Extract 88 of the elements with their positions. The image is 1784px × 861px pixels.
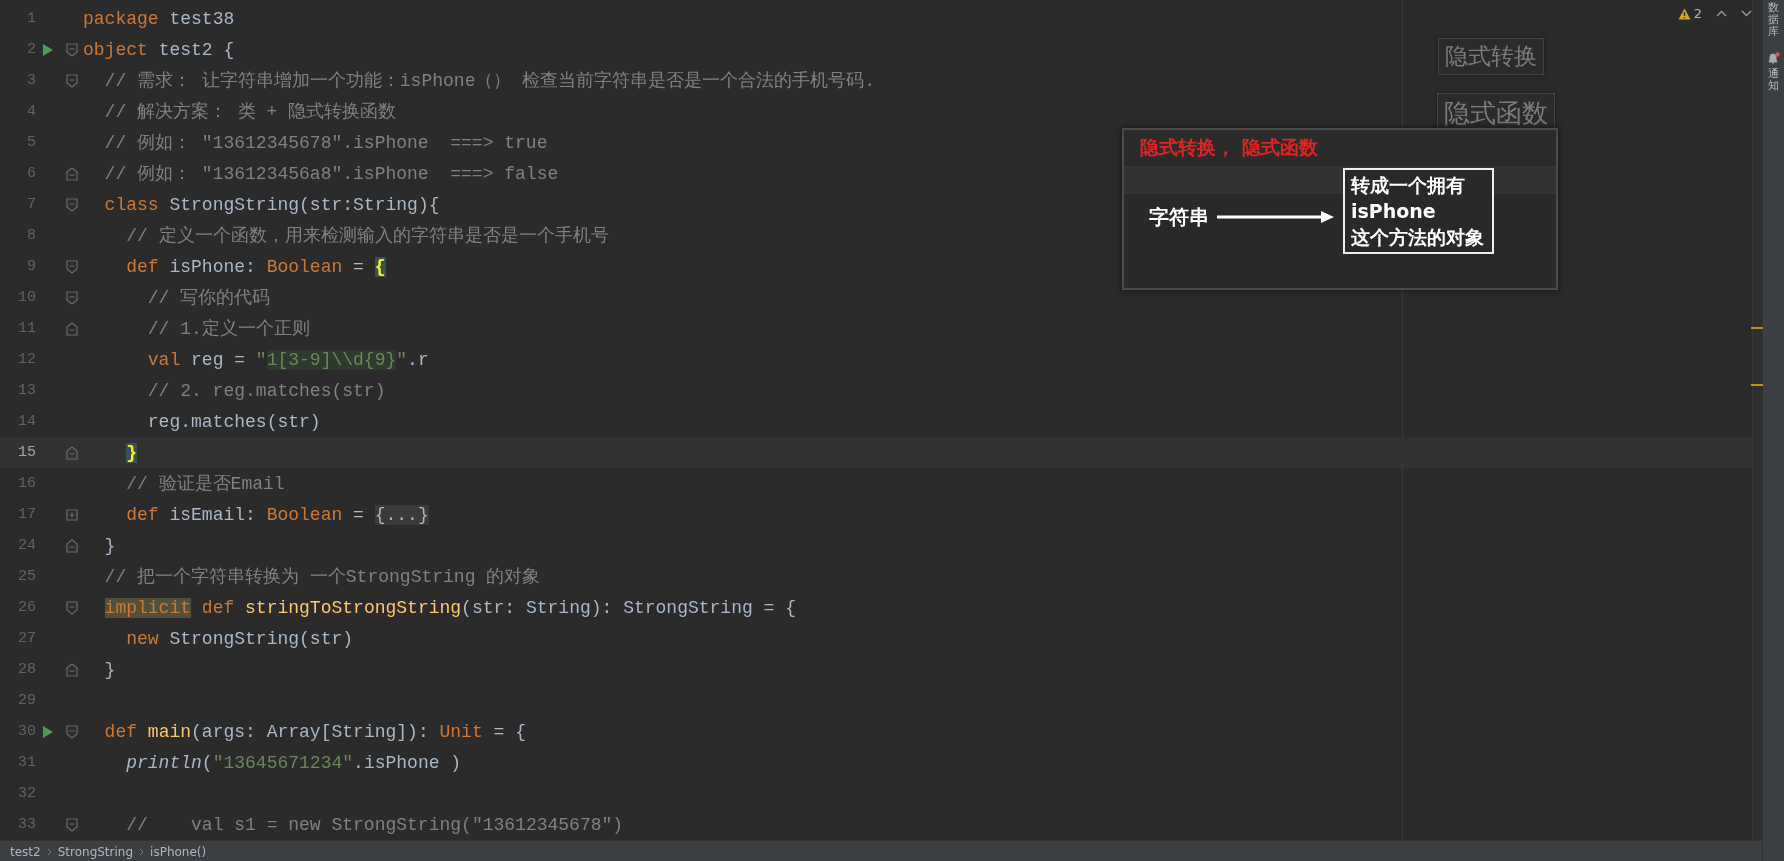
code-line: def main(args: Array[String]): Unit = { [103, 720, 526, 744]
code-line: } [103, 534, 116, 558]
fold-icon[interactable] [65, 73, 78, 88]
run-icon[interactable] [42, 724, 54, 739]
code-line: println("13645671234".isPhone ) [125, 751, 462, 775]
fold-icon[interactable] [65, 321, 78, 336]
target-text: 转成一个拥有 [1351, 173, 1466, 198]
line-number: 29 [18, 692, 36, 709]
line-number: 14 [18, 413, 36, 430]
warning-marker[interactable] [1751, 327, 1763, 329]
line-number: 30 [18, 723, 36, 740]
line-number: 32 [18, 785, 36, 802]
line-number: 15 [18, 444, 36, 461]
line-number: 7 [27, 196, 36, 213]
code-line: package test38 [83, 7, 235, 31]
code-line: def isEmail: Boolean = {...} [125, 503, 429, 527]
line-number: 3 [27, 72, 36, 89]
code-line: // 写你的代码 [146, 286, 271, 310]
tool-window-tab[interactable]: 通知 [1768, 68, 1779, 93]
fold-icon[interactable] [65, 166, 78, 181]
breadcrumb[interactable]: isPhone() [150, 845, 207, 859]
line-number: 5 [27, 134, 36, 151]
breadcrumb[interactable]: StrongString [57, 845, 134, 859]
code-line: reg.matches(str) [146, 410, 321, 434]
line-number: 24 [18, 537, 36, 554]
fold-icon[interactable] [65, 724, 78, 739]
chevron-right-icon [46, 848, 52, 856]
fold-icon[interactable] [65, 197, 78, 212]
code-line: // 把一个字符串转换为 一个StrongString 的对象 [103, 565, 541, 589]
line-number: 26 [18, 599, 36, 616]
code-line: object test2 { [83, 38, 235, 62]
code-line: } [103, 658, 116, 682]
line-number: 12 [18, 351, 36, 368]
code-line: // 2. reg.matches(str) [146, 379, 386, 403]
fold-icon[interactable] [65, 42, 78, 57]
code-line: // 需求： 让字符串增加一个功能：isPhone（） 检查当前字符串是否是一个合法的手机号码. [103, 69, 876, 93]
unfold-icon[interactable] [65, 508, 78, 521]
arrow-icon [1217, 210, 1335, 224]
code-line: // 解决方案： 类 + 隐式转换函数 [103, 100, 397, 124]
line-number: 17 [18, 506, 36, 523]
line-number: 16 [18, 475, 36, 492]
chevron-up-icon[interactable] [1716, 10, 1727, 17]
line-number: 25 [18, 568, 36, 585]
tool-window-tab[interactable]: 数据库 [1768, 2, 1779, 39]
fold-icon[interactable] [65, 445, 78, 460]
fold-icon[interactable] [65, 290, 78, 305]
warning-icon [1677, 7, 1691, 20]
target-text: isPhone [1351, 199, 1437, 224]
fold-icon[interactable] [65, 259, 78, 274]
scrollbar[interactable] [1752, 0, 1762, 840]
line-number: 2 [27, 41, 36, 58]
breadcrumb[interactable]: test2 [10, 845, 41, 859]
code-line: new StrongString(str) [125, 627, 354, 651]
line-number: 6 [27, 165, 36, 182]
line-number: 11 [18, 320, 36, 337]
code-line: class StrongString(str:String){ [103, 193, 440, 217]
line-number: 28 [18, 661, 36, 678]
code-line: // 1.定义一个正则 [146, 317, 310, 341]
warning-marker[interactable] [1751, 384, 1763, 386]
annotation-label: 隐式转换 [1438, 38, 1544, 75]
code-line: implicit def stringToStrongString(str: String): StrongString = { [103, 596, 796, 620]
code-line: // val s1 = new StrongString("13612345678") [125, 813, 624, 837]
line-number: 33 [18, 816, 36, 833]
panel-title: 隐式转换， 隐式函数 [1140, 135, 1318, 160]
fold-icon[interactable] [65, 538, 78, 553]
chevron-down-icon[interactable] [1741, 10, 1752, 17]
line-number: 10 [18, 289, 36, 306]
code-line: // 验证是否Email [125, 472, 285, 496]
warning-count[interactable]: 2 [1677, 6, 1702, 21]
fold-icon[interactable] [65, 817, 78, 832]
line-number: 9 [27, 258, 36, 275]
line-number: 27 [18, 630, 36, 647]
chevron-right-icon [139, 848, 145, 856]
run-icon[interactable] [42, 42, 54, 57]
code-line: val reg = "1[3-9]\\d{9}".r [146, 348, 429, 372]
source-label: 字符串 [1149, 204, 1209, 231]
code-line: // 定义一个函数，用来检测输入的字符串是否是一个手机号 [125, 224, 609, 248]
code-line: // 例如： "136123456a8".isPhone ===> false [103, 162, 559, 186]
code-line: // 例如： "13612345678".isPhone ===> true [103, 131, 548, 155]
fold-icon[interactable] [65, 600, 78, 615]
fold-icon[interactable] [65, 662, 78, 677]
line-number: 8 [27, 227, 36, 244]
target-text: 这个方法的对象 [1351, 225, 1484, 250]
line-number: 1 [27, 10, 36, 27]
line-number: 4 [27, 103, 36, 120]
line-number: 31 [18, 754, 36, 771]
line-number: 13 [18, 382, 36, 399]
code-line: def isPhone: Boolean = { [125, 255, 386, 279]
